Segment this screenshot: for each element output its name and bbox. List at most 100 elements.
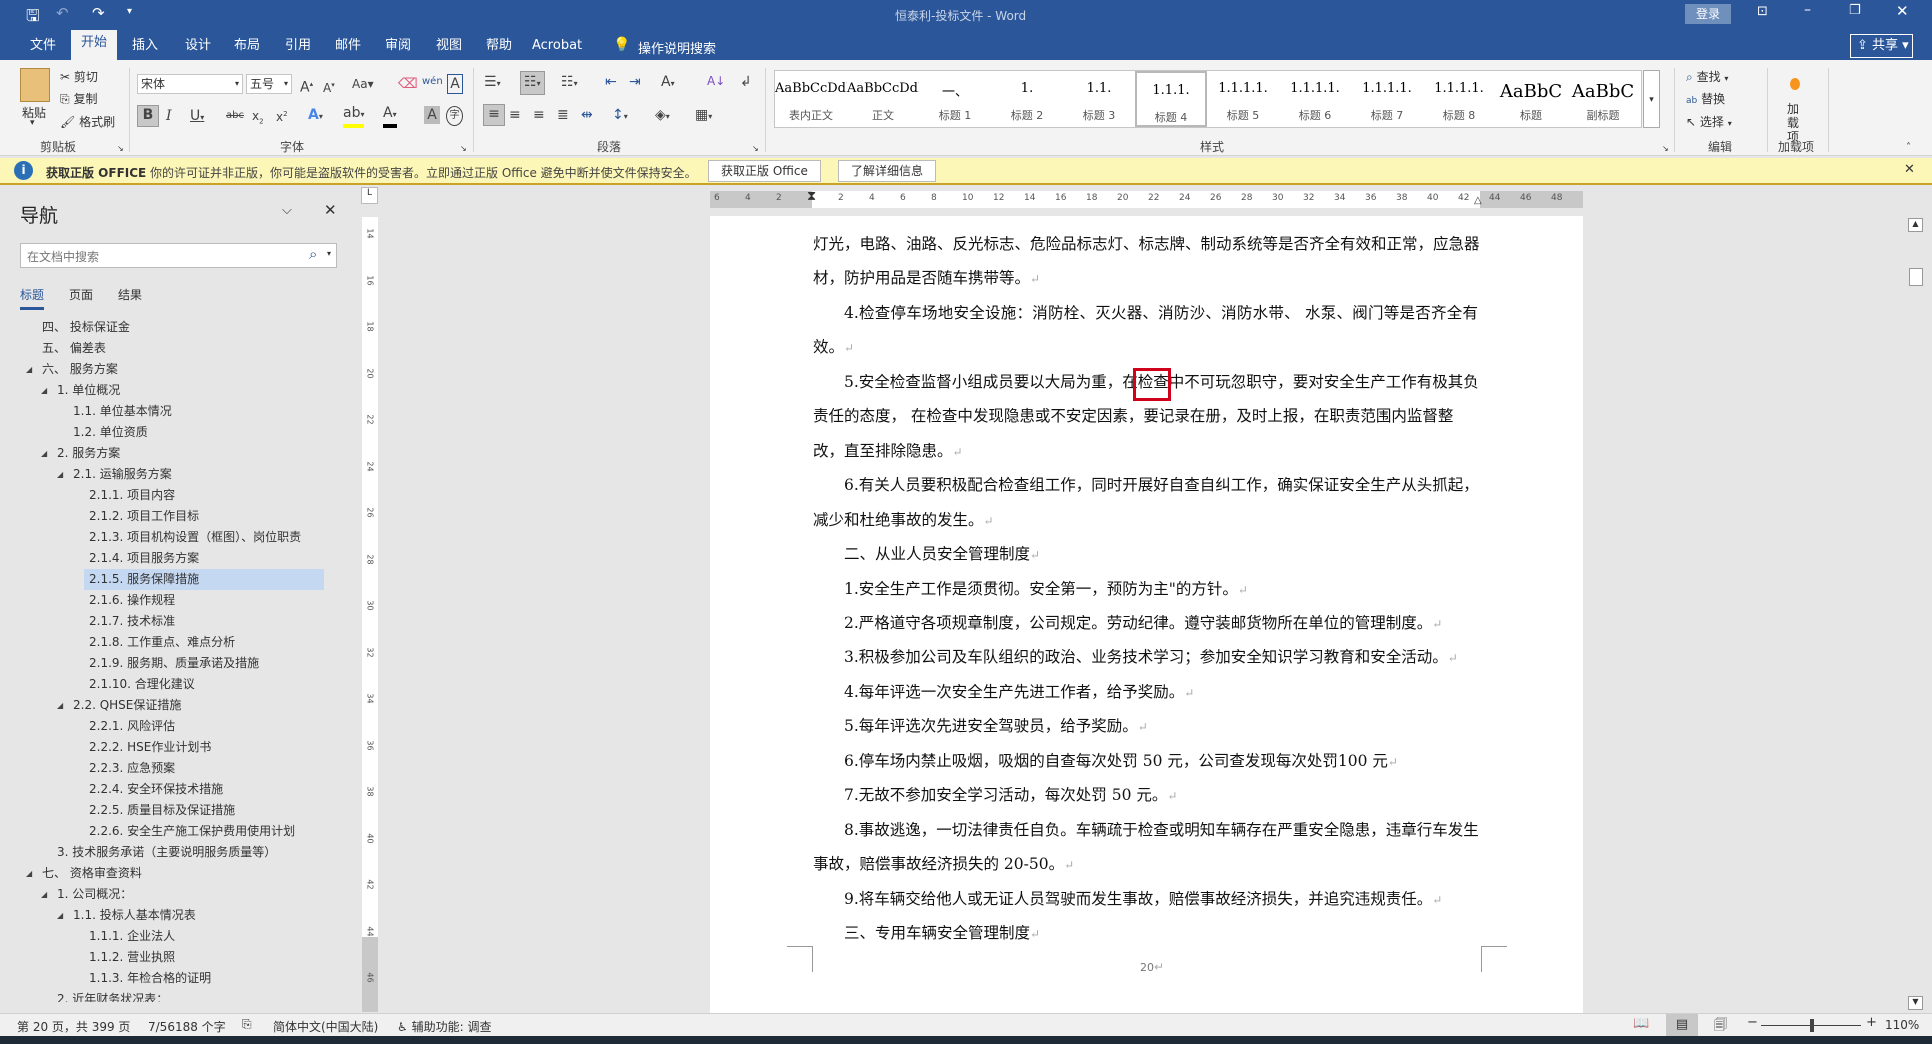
font-name-select[interactable]: 宋体 ▾ xyxy=(137,74,243,94)
style-item[interactable]: 1.1. 标题 3 xyxy=(1063,71,1135,127)
save-icon[interactable]: 🖫 xyxy=(26,5,40,32)
clear-formatting-icon[interactable]: ⌫ xyxy=(398,75,418,93)
expand-triangle-icon[interactable]: ◢ xyxy=(41,890,47,899)
tab-9[interactable]: 帮助 xyxy=(476,36,522,60)
copy-button[interactable]: ⎘ 复制 xyxy=(60,90,97,107)
italic-icon[interactable]: I xyxy=(166,107,172,125)
tab-6[interactable]: 邮件 xyxy=(325,36,371,60)
nav-tab-headings[interactable]: 标题 xyxy=(20,286,45,310)
document-page[interactable]: 灯光，电路、油路、反光标志、危险品标志灯、标志牌、制动系统等是否齐全有效和正常，… xyxy=(710,216,1583,1016)
nav-heading-item[interactable]: 2.1.7. 技术标准 xyxy=(89,611,175,632)
nav-heading-item[interactable]: 1.1. 投标人基本情况表 xyxy=(73,905,196,926)
nav-heading-item[interactable]: 1.1. 单位基本情况 xyxy=(73,401,172,422)
subscript-icon[interactable]: x2 xyxy=(252,107,264,130)
tab-selector[interactable]: L xyxy=(361,187,378,204)
nav-heading-item[interactable]: 2.1.9. 服务期、质量承诺及措施 xyxy=(89,653,259,674)
multilevel-list-icon[interactable]: ☷▾ xyxy=(561,73,578,93)
format-painter-button[interactable]: 🖌 格式刷 xyxy=(60,113,115,130)
redo-icon[interactable]: ↷ xyxy=(92,4,105,22)
style-item[interactable]: AaBbCcDdI 正文 xyxy=(847,71,919,127)
nav-search-box[interactable]: 在文档中搜索 ⌕ ▾ xyxy=(20,243,337,268)
customize-icon[interactable]: ▾ xyxy=(127,6,132,17)
grow-font-icon[interactable]: A▴ xyxy=(300,75,313,97)
nav-heading-item[interactable]: 2.1.10. 合理化建议 xyxy=(89,674,195,695)
nav-heading-item[interactable]: 2. 服务方案 xyxy=(57,443,120,464)
tab-2[interactable]: 插入 xyxy=(122,36,168,60)
close-icon[interactable]: ✕ xyxy=(324,201,337,219)
accessibility-status[interactable]: ♿ 辅助功能: 调查 xyxy=(397,1018,491,1035)
enclose-characters-icon[interactable]: 字 xyxy=(446,106,463,126)
highlight-color-icon[interactable]: ab▾ xyxy=(343,104,365,128)
distributed-icon[interactable]: ⇹ xyxy=(581,106,593,124)
nav-heading-item[interactable]: 七、 资格审查资料 xyxy=(42,863,142,884)
select-button[interactable]: ↖ 选择 ▾ xyxy=(1686,113,1732,130)
strikethrough-icon[interactable]: abc xyxy=(226,107,244,125)
chevron-down-icon[interactable]: ▾ xyxy=(30,118,35,128)
expand-triangle-icon[interactable]: ◢ xyxy=(41,386,47,395)
tab-7[interactable]: 审阅 xyxy=(375,36,421,60)
change-case-icon[interactable]: Aa▾ xyxy=(352,75,374,93)
undo-icon[interactable]: ↶ xyxy=(56,4,69,22)
collapse-ribbon-icon[interactable]: ˄ xyxy=(1906,142,1911,153)
nav-heading-item[interactable]: 2.2. QHSE保证措施 xyxy=(73,695,181,716)
style-item[interactable]: 1.1.1.1. 标题 8 xyxy=(1423,71,1495,127)
print-layout-icon[interactable]: ▤ xyxy=(1666,1014,1698,1036)
restore-icon[interactable]: ❐ xyxy=(1849,3,1861,18)
superscript-icon[interactable]: x2 xyxy=(276,105,288,126)
tab-10[interactable]: Acrobat xyxy=(522,36,592,60)
nav-heading-item[interactable]: 2. 近年财务状况表： xyxy=(57,989,168,1002)
expand-triangle-icon[interactable]: ◢ xyxy=(57,911,63,920)
style-item[interactable]: 1.1.1.1. 标题 6 xyxy=(1279,71,1351,127)
bold-icon[interactable]: B xyxy=(137,105,159,127)
shading-icon[interactable]: ◈▾ xyxy=(655,106,670,126)
font-color-icon[interactable]: A▾ xyxy=(383,104,397,128)
character-shading-icon[interactable]: A xyxy=(424,106,440,124)
nav-tab-results[interactable]: 结果 xyxy=(118,286,142,303)
zoom-in-button[interactable]: + xyxy=(1866,1015,1877,1030)
nav-heading-item[interactable]: 1. 公司概况： xyxy=(57,884,132,905)
tab-4[interactable]: 布局 xyxy=(224,36,270,60)
nav-heading-item[interactable]: 2.1.6. 操作规程 xyxy=(89,590,175,611)
nav-heading-item[interactable]: 1.1.2. 营业执照 xyxy=(89,947,175,968)
decrease-indent-icon[interactable]: ⇤ xyxy=(605,73,617,91)
font-size-select[interactable]: 五号 ▾ xyxy=(246,74,292,94)
nav-heading-item[interactable]: 2.1.3. 项目机构设置（框图）、岗位职责 xyxy=(89,527,301,548)
signin-button[interactable]: 登录 xyxy=(1685,4,1731,24)
chevron-down-icon[interactable]: ⌵ xyxy=(282,203,292,218)
asian-layout-icon[interactable]: A▾ xyxy=(661,73,675,93)
paste-icon[interactable] xyxy=(20,68,50,102)
align-right-icon[interactable]: ≡ xyxy=(533,106,545,124)
get-genuine-office-button[interactable]: 获取正版 Office xyxy=(708,160,821,182)
vertical-scrollbar[interactable]: ▲ ▼ xyxy=(1907,216,1925,1013)
nav-heading-item[interactable]: 六、 服务方案 xyxy=(42,359,118,380)
style-item[interactable]: 1.1.1.1. 标题 5 xyxy=(1207,71,1279,127)
bullets-icon[interactable]: ☰▾ xyxy=(484,73,501,93)
ribbon-display-options-icon[interactable]: ⊡ xyxy=(1757,4,1768,19)
web-layout-icon[interactable]: 🗐 xyxy=(1714,1016,1727,1038)
read-mode-icon[interactable]: 📖 xyxy=(1633,1016,1649,1031)
learn-more-button[interactable]: 了解详细信息 xyxy=(838,160,937,182)
style-item[interactable]: 1.1.1.1. 标题 7 xyxy=(1351,71,1423,127)
character-border-icon[interactable]: A xyxy=(447,74,463,94)
language-status[interactable]: 简体中文(中国大陆) xyxy=(273,1018,378,1035)
nav-heading-item[interactable]: 2.1. 运输服务方案 xyxy=(73,464,172,485)
horizontal-ruler[interactable]: 6 4 2 2 4 6 8 10 12 14 16 18 20 22 24 26 28 30 32 34 36 38 40 4… xyxy=(710,189,1583,208)
nav-heading-item[interactable]: 2.2.4. 安全环保技术措施 xyxy=(89,779,223,800)
zoom-level[interactable]: 110% xyxy=(1885,1018,1919,1032)
share-button[interactable]: ⇪ 共享 ▾ xyxy=(1850,34,1913,58)
dialog-launcher-icon[interactable]: ↘ xyxy=(752,144,759,153)
increase-indent-icon[interactable]: ⇥ xyxy=(629,73,641,91)
dialog-launcher-icon[interactable]: ↘ xyxy=(117,144,124,153)
nav-heading-item[interactable]: 1.2. 单位资质 xyxy=(73,422,148,443)
find-button[interactable]: ⌕ 查找 ▾ xyxy=(1686,68,1728,85)
phonetic-guide-icon[interactable]: wén xyxy=(422,73,443,91)
tell-me-search[interactable]: 操作说明搜索 xyxy=(638,38,716,57)
word-count[interactable]: 7/56188 个字 xyxy=(148,1018,226,1035)
nav-heading-item[interactable]: 2.1.4. 项目服务方案 xyxy=(89,548,199,569)
line-spacing-icon[interactable]: ↕▾ xyxy=(612,106,628,126)
nav-heading-item[interactable]: 2.2.3. 应急预案 xyxy=(89,758,175,779)
zoom-out-button[interactable]: − xyxy=(1747,1015,1758,1030)
nav-heading-item[interactable]: 2.1.5. 服务保障措施 xyxy=(84,569,324,590)
nav-heading-item[interactable]: 1. 单位概况 xyxy=(57,380,120,401)
style-item[interactable]: AaBbC 副标题 xyxy=(1567,71,1639,127)
